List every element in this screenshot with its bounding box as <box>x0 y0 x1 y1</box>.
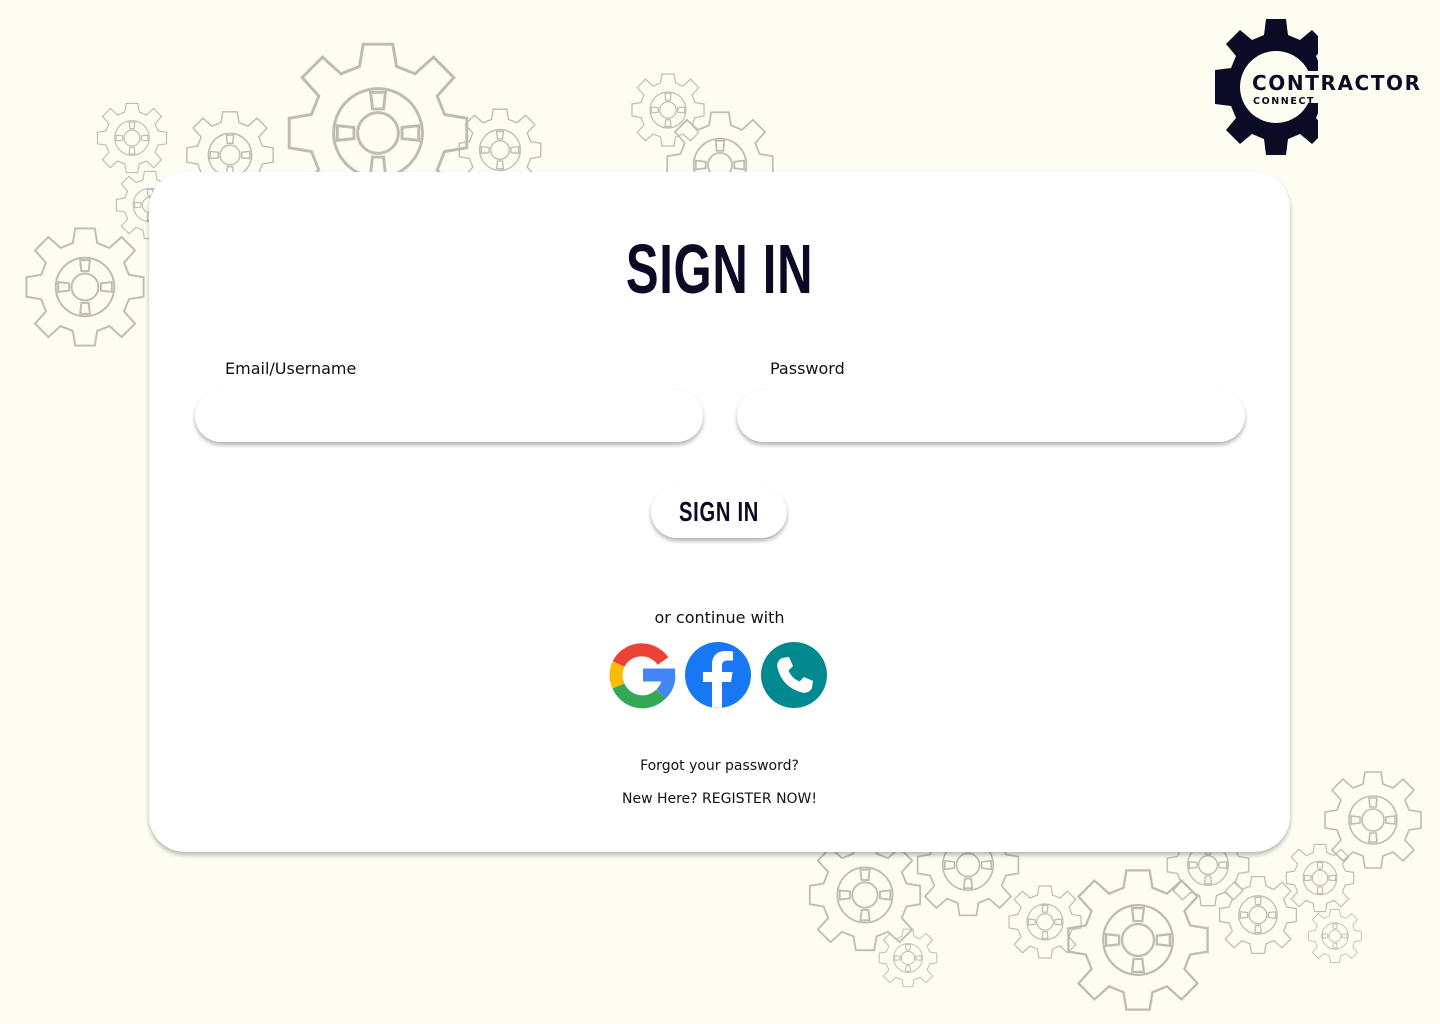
password-field[interactable] <box>737 390 1245 442</box>
brand-name: CONTRACTOR <box>1252 71 1422 95</box>
google-login-button[interactable] <box>609 641 677 709</box>
email-label: Email/Username <box>225 359 357 378</box>
google-icon <box>609 643 676 709</box>
register-link[interactable]: New Here? REGISTER NOW! <box>149 791 1290 807</box>
sign-in-button[interactable]: SIGN IN <box>651 486 787 538</box>
phone-icon <box>761 642 827 708</box>
forgot-password-link[interactable]: Forgot your password? <box>149 758 1290 774</box>
continue-with-label: or continue with <box>654 608 785 627</box>
sign-in-button-label: SIGN IN <box>678 496 760 527</box>
facebook-icon <box>685 642 751 708</box>
password-label: Password <box>770 359 845 378</box>
sign-in-card: SIGN IN Email/Username Password SIGN IN … <box>149 172 1290 852</box>
email-field[interactable] <box>195 390 703 442</box>
facebook-login-button[interactable] <box>684 641 752 709</box>
page-title: SIGN IN <box>625 230 814 308</box>
brand-tagline: CONNECT <box>1253 96 1316 107</box>
contractor-connect-logo: CONTRACTOR CONNECT <box>1208 16 1420 158</box>
phone-login-button[interactable] <box>760 641 828 709</box>
